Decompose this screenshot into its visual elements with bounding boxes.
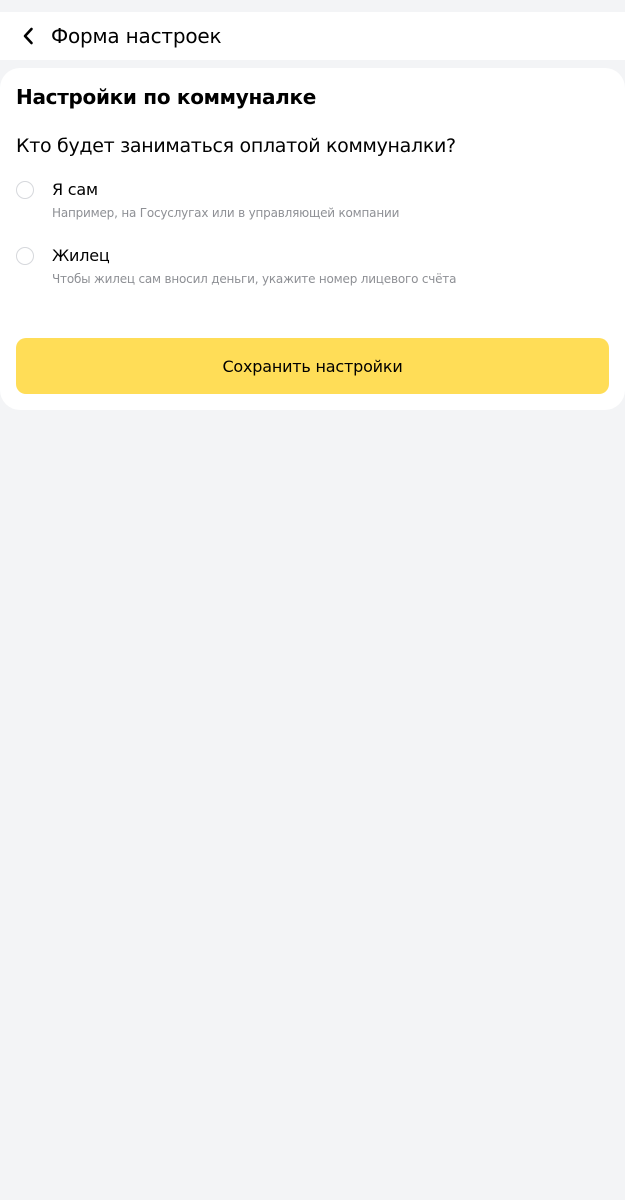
option-tenant-label: Жилец bbox=[52, 246, 110, 265]
app-header: Форма настроек bbox=[0, 12, 625, 60]
option-tenant-hint: Чтобы жилец сам вносил деньги, укажите н… bbox=[52, 272, 457, 286]
chevron-left-icon bbox=[23, 27, 33, 45]
payment-question: Кто будет заниматься оплатой коммуналки? bbox=[16, 135, 456, 157]
settings-card: Настройки по коммуналке Кто будет занима… bbox=[0, 68, 625, 410]
option-self-hint: Например, на Госуслугах или в управляюще… bbox=[52, 206, 400, 220]
card-title: Настройки по коммуналке bbox=[16, 85, 317, 109]
option-tenant[interactable]: Жилец Чтобы жилец сам вносил деньги, ука… bbox=[16, 245, 609, 295]
status-bar-area bbox=[0, 0, 625, 12]
radio-tenant[interactable] bbox=[16, 247, 34, 265]
save-settings-button[interactable]: Сохранить настройки bbox=[16, 338, 609, 394]
radio-self[interactable] bbox=[16, 181, 34, 199]
page-title: Форма настроек bbox=[51, 24, 222, 48]
option-self[interactable]: Я сам Например, на Госуслугах или в упра… bbox=[16, 179, 609, 229]
back-button[interactable] bbox=[14, 24, 42, 48]
option-self-label: Я сам bbox=[52, 180, 98, 199]
